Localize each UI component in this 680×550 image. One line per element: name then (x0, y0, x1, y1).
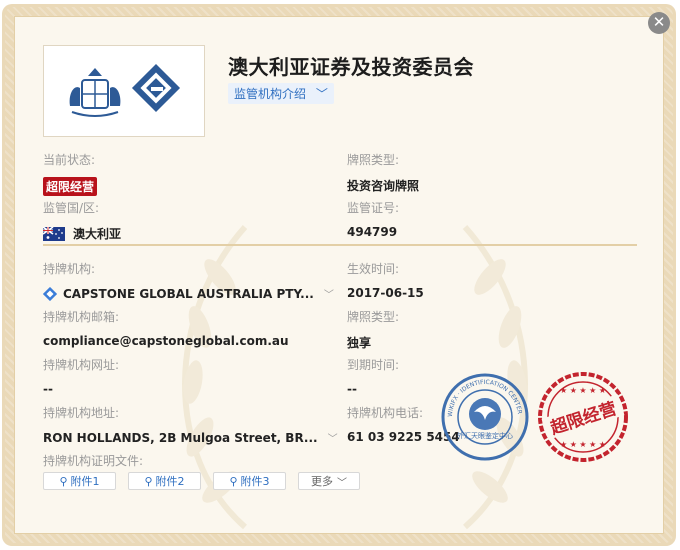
attachment-2-button[interactable]: ⚲ 附件2 (128, 472, 201, 490)
docs-label: 持牌机构证明文件: (43, 454, 144, 468)
intro-label: 监管机构介绍 (234, 87, 307, 101)
share-type-field: 牌照类型: 独享 (347, 308, 399, 351)
license-no-value: 494799 (347, 225, 398, 239)
license-no-label: 监管证号: (347, 201, 400, 215)
status-seal-stamp: ★ ★ ★ ★ ★ ★ ★ ★ ★ ★ 超限经营 (538, 372, 628, 462)
region-field: 监管国/区: 澳大利亚 (43, 199, 121, 242)
address-field: 持牌机构地址: RON HOLLANDS, 2B Mulgoa Street, … (43, 404, 338, 445)
asic-diamond-icon (131, 63, 181, 113)
license-no-field: 监管证号: 494799 (347, 199, 399, 239)
coat-of-arms-icon (69, 68, 121, 117)
region-label: 监管国/区: (43, 201, 100, 215)
effective-field: 生效时间: 2017-06-15 (347, 260, 424, 300)
attachment-label: 附件3 (240, 475, 270, 488)
expiry-field: 到期时间: -- (347, 356, 399, 396)
chevron-down-icon: ﹀ (323, 290, 334, 301)
holder-field: 持牌机构: CAPSTONE GLOBAL AUSTRALIA PTY... ﹀ (43, 260, 334, 301)
address-value: RON HOLLANDS, 2B Mulgoa Street, BR... (43, 430, 318, 445)
regulator-card: 澳大利亚证券及投资委员会 监管机构介绍 ﹀ 当前状态: 超限经营 监管国/区: (14, 16, 664, 534)
effective-value: 2017-06-15 (347, 286, 424, 300)
holder-value: CAPSTONE GLOBAL AUSTRALIA PTY... (63, 286, 314, 301)
attachment-1-button[interactable]: ⚲ 附件1 (43, 472, 116, 490)
holder-label: 持牌机构: (43, 262, 96, 276)
more-attachments-button[interactable]: 更多 ﹀ (298, 472, 360, 490)
email-label: 持牌机构邮箱: (43, 310, 120, 324)
license-type-field: 牌照类型: 投资咨询牌照 (347, 151, 419, 194)
license-type-label: 牌照类型: (347, 153, 400, 167)
address-label: 持牌机构地址: (43, 406, 120, 420)
svg-text:★ ★ ★ ★ ★: ★ ★ ★ ★ ★ (560, 386, 606, 395)
section-divider (43, 244, 637, 246)
australia-flag-icon (43, 226, 65, 241)
status-field: 当前状态: 超限经营 (43, 151, 98, 196)
status-label: 当前状态: (43, 153, 96, 167)
certificate-frame: 澳大利亚证券及投资委员会 监管机构介绍 ﹀ 当前状态: 超限经营 监管国/区: (2, 4, 676, 546)
region-value: 澳大利亚 (73, 227, 122, 241)
close-button[interactable]: ✕ (648, 12, 670, 34)
close-icon: ✕ (652, 13, 666, 31)
website-label: 持牌机构网址: (43, 358, 120, 372)
expiry-value: -- (347, 382, 357, 396)
chevron-down-icon: ﹀ (315, 87, 328, 101)
share-type-value: 独享 (347, 336, 372, 350)
link-icon: ⚲ (229, 474, 238, 488)
status-badge: 超限经营 (43, 177, 98, 196)
attachment-list: ⚲ 附件1 ⚲ 附件2 ⚲ 附件3 更多 ﹀ (43, 472, 360, 490)
seal-center-text: 外汇天眼鉴定中心 (457, 431, 513, 440)
company-diamond-icon (43, 286, 57, 301)
attachment-3-button[interactable]: ⚲ 附件3 (213, 472, 286, 490)
chevron-down-icon: ﹀ (337, 477, 347, 489)
attachment-label: 附件1 (70, 475, 100, 488)
email-field: 持牌机构邮箱: compliance@capstoneglobal.com.au (43, 308, 289, 348)
verification-seal-stamp: WIKIFX · IDENTIFICATION CENTER 外汇天眼鉴定中心 (441, 373, 529, 461)
link-icon: ⚲ (59, 474, 68, 488)
status-seal-text: 超限经营 (548, 398, 619, 439)
address-dropdown[interactable]: RON HOLLANDS, 2B Mulgoa Street, BR... ﹀ (43, 430, 338, 446)
website-field: 持牌机构网址: -- (43, 356, 119, 396)
regulator-logo (43, 45, 205, 137)
svg-text:★ ★ ★ ★ ★: ★ ★ ★ ★ ★ (560, 440, 606, 449)
link-icon: ⚲ (144, 474, 153, 488)
page-title: 澳大利亚证券及投资委员会 (228, 55, 474, 79)
attachment-label: 附件2 (155, 475, 185, 488)
email-value: compliance@capstoneglobal.com.au (43, 334, 289, 348)
license-type-value: 投资咨询牌照 (347, 179, 420, 193)
effective-label: 生效时间: (347, 262, 400, 276)
chevron-down-icon: ﹀ (327, 434, 338, 445)
website-value: -- (43, 382, 53, 396)
holder-dropdown[interactable]: CAPSTONE GLOBAL AUSTRALIA PTY... ﹀ (43, 286, 334, 301)
regulator-intro-dropdown[interactable]: 监管机构介绍 ﹀ (228, 83, 334, 104)
share-type-label: 牌照类型: (347, 310, 400, 324)
more-label: 更多 (311, 475, 333, 488)
expiry-label: 到期时间: (347, 358, 400, 372)
